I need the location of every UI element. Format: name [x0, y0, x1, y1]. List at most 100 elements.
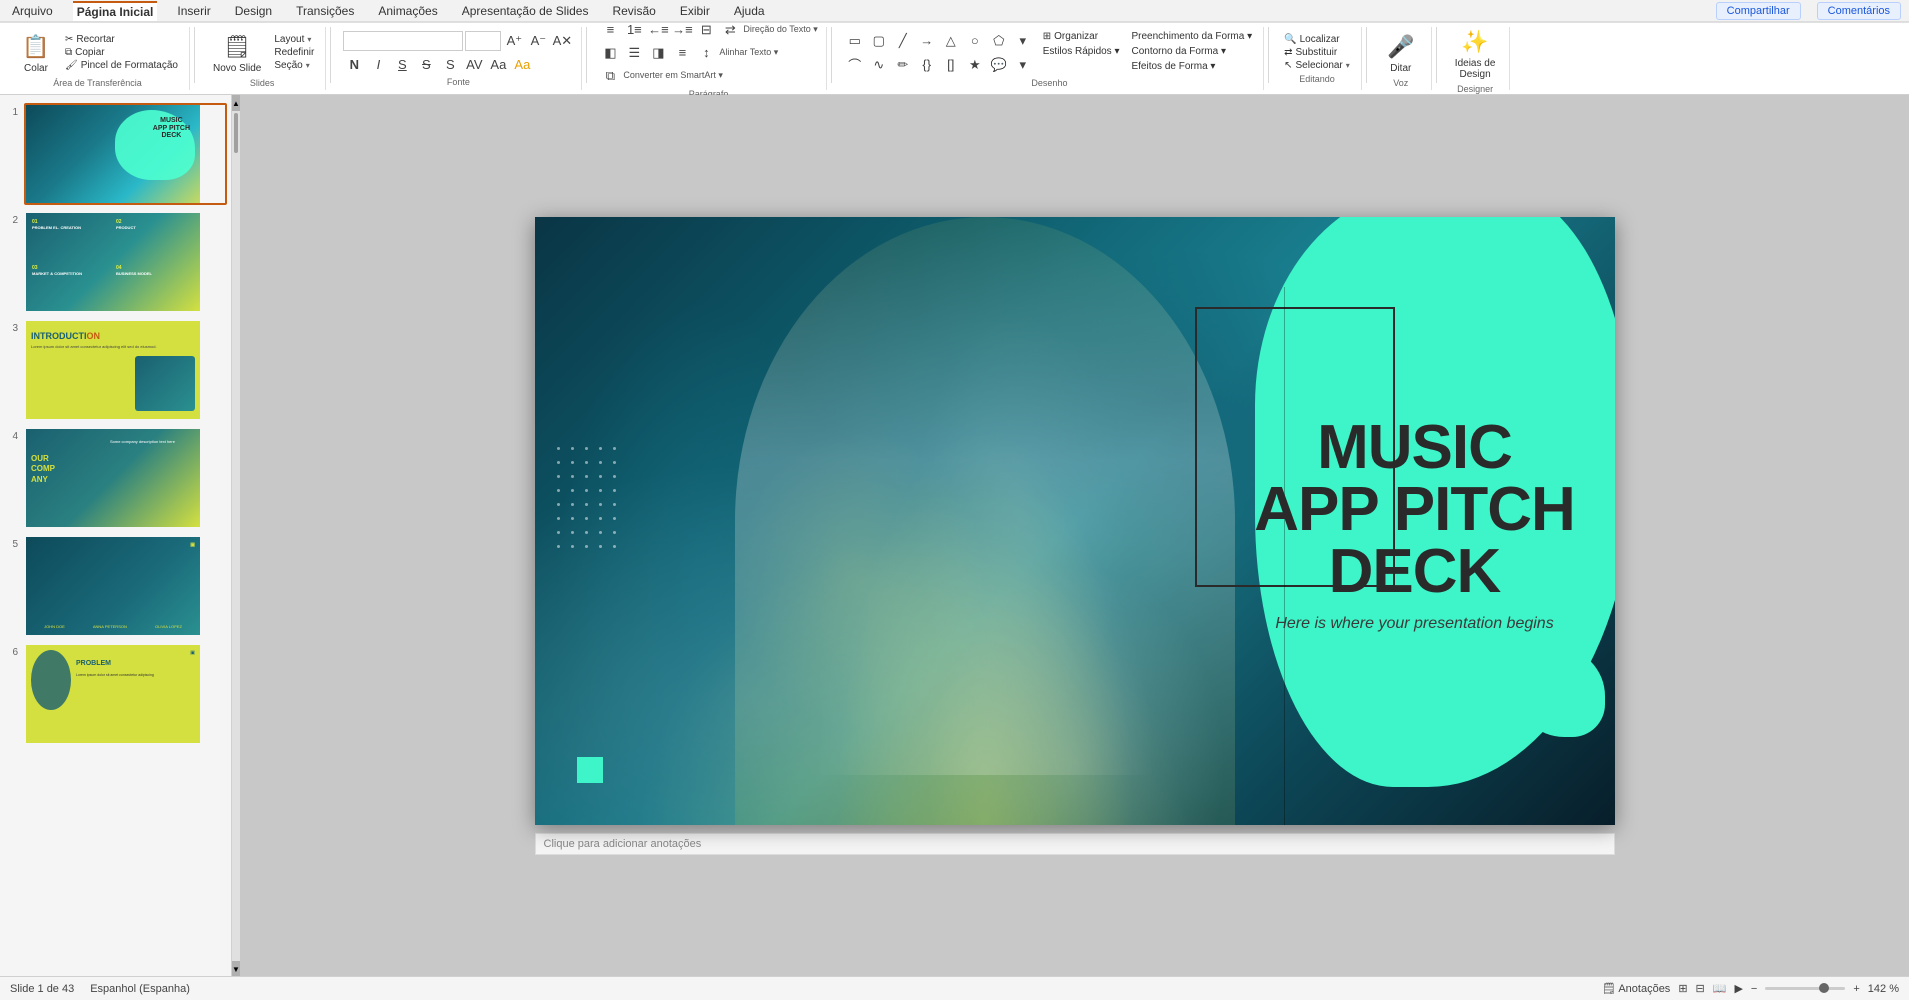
menu-arquivo[interactable]: Arquivo: [8, 2, 57, 20]
notes-button[interactable]: 🗒 Anotações: [1602, 982, 1670, 995]
bullets-button[interactable]: ≡: [599, 19, 621, 41]
underline-button[interactable]: S: [391, 53, 413, 75]
shape-bracket[interactable]: []: [940, 54, 962, 76]
smartart-button[interactable]: ⧉: [599, 65, 621, 87]
shape-rect[interactable]: ▭: [844, 30, 866, 52]
slide-canvas[interactable]: MUSIC APP PITCH DECK Here is where your …: [535, 217, 1615, 825]
slide-thumb-4[interactable]: OURCOMPANY Some company description text…: [24, 427, 227, 529]
shape-triangle[interactable]: △: [940, 30, 962, 52]
view-presentation-button[interactable]: ▶: [1734, 982, 1742, 995]
increase-indent-button[interactable]: →≡: [671, 19, 693, 41]
decrease-font-button[interactable]: A⁻: [527, 30, 549, 52]
slide-item-2[interactable]: 2 01PROBLEM EL. CREATION 02PRODUCT 03MAR…: [4, 211, 227, 313]
ribbon-group-paragraph: ≡ 1≡ ←≡ →≡ ⊟ ⇄ Direção do Texto ▾ ◧ ☰ ◨ …: [591, 27, 826, 90]
scroll-down-button[interactable]: ▼: [232, 961, 240, 977]
slide-thumb-2[interactable]: 01PROBLEM EL. CREATION 02PRODUCT 03MARKE…: [24, 211, 227, 313]
shape-more[interactable]: ▾: [1012, 30, 1034, 52]
shape-circle[interactable]: ○: [964, 30, 986, 52]
slide-thumb-5[interactable]: JOHN DOE ANNA PETERSON OLIVIA LOPEZ ▣: [24, 535, 227, 637]
slide-thumb-1[interactable]: MUSICAPP PITCHDECK: [24, 103, 227, 205]
view-reading-button[interactable]: 📖: [1713, 982, 1727, 995]
menu-revisao[interactable]: Revisão: [608, 2, 659, 20]
clear-format-button[interactable]: A✕: [551, 30, 573, 52]
shape-star[interactable]: ★: [964, 54, 986, 76]
share-button[interactable]: Compartilhar: [1716, 2, 1801, 20]
menu-transicoes[interactable]: Transições: [292, 2, 358, 20]
format-painter-button[interactable]: 🖌 Pincel de Formatação: [62, 59, 181, 72]
slide-title-block[interactable]: MUSIC APP PITCH DECK Here is where your …: [1245, 417, 1585, 633]
align-left-button[interactable]: ◧: [599, 42, 621, 64]
font-name-input[interactable]: [343, 31, 463, 51]
zoom-slider[interactable]: [1765, 987, 1845, 990]
align-center-button[interactable]: ☰: [623, 42, 645, 64]
select-button[interactable]: ↖ Selecionar ▾: [1281, 59, 1353, 72]
menu-design[interactable]: Design: [231, 2, 276, 20]
zoom-out-button[interactable]: −: [1751, 983, 1757, 995]
align-right-button[interactable]: ◨: [647, 42, 669, 64]
design-ideas-button[interactable]: ✨ Ideias de Design: [1449, 24, 1502, 82]
menu-animacoes[interactable]: Animações: [374, 2, 441, 20]
line-spacing-button[interactable]: ↕: [695, 42, 717, 64]
organize-button[interactable]: ⊞ Organizar: [1040, 30, 1123, 43]
slide-item-1[interactable]: 1 MUSICAPP PITCHDECK: [4, 103, 227, 205]
slide-item-3[interactable]: 3 INTRODUCTION Lorem ipsum dolor sit ame…: [4, 319, 227, 421]
slides-scrollbar[interactable]: ▲ ▼: [232, 95, 240, 977]
shape-extra[interactable]: ▾: [1012, 54, 1034, 76]
quick-styles-button[interactable]: Estilos Rápidos ▾: [1040, 45, 1123, 58]
shape-curve[interactable]: ∿: [868, 54, 890, 76]
menu-exibir[interactable]: Exibir: [676, 2, 714, 20]
slide-item-4[interactable]: 4 OURCOMPANY Some company description te…: [4, 427, 227, 529]
shape-rounded[interactable]: ▢: [868, 30, 890, 52]
shape-callout[interactable]: 💬: [988, 54, 1010, 76]
highlight-btn[interactable]: Aa: [511, 53, 533, 75]
direction-button[interactable]: ⇄: [719, 19, 741, 41]
new-slide-button[interactable]: 🗒 Novo Slide: [207, 29, 267, 76]
bold-button[interactable]: N: [343, 53, 365, 75]
fill-shape-button[interactable]: Preenchimento da Forma ▾: [1128, 30, 1255, 43]
copy-button[interactable]: ⧉ Copiar: [62, 46, 181, 59]
menu-inserir[interactable]: Inserir: [173, 2, 214, 20]
notes-area[interactable]: Clique para adicionar anotações: [535, 833, 1615, 855]
find-button[interactable]: 🔍 Localizar: [1281, 33, 1353, 46]
spacing-button[interactable]: AV: [463, 53, 485, 75]
slide-thumb-3[interactable]: INTRODUCTION Lorem ipsum dolor sit amet …: [24, 319, 227, 421]
view-normal-button[interactable]: ⊞: [1678, 982, 1687, 995]
increase-font-button[interactable]: A⁺: [503, 30, 525, 52]
font-color-btn[interactable]: Aa: [487, 53, 509, 75]
font-size-input[interactable]: [465, 31, 501, 51]
shape-connector[interactable]: ⌒: [844, 54, 866, 76]
effects-shape-button[interactable]: Efeitos de Forma ▾: [1128, 60, 1255, 73]
col-button[interactable]: ⊟: [695, 19, 717, 41]
menu-ajuda[interactable]: Ajuda: [730, 2, 769, 20]
menu-pagina-inicial[interactable]: Página Inicial: [73, 1, 158, 21]
scroll-up-button[interactable]: ▲: [232, 95, 240, 111]
replace-button[interactable]: ⇄ Substituir: [1281, 46, 1353, 59]
section-button[interactable]: Seção ▾: [271, 59, 317, 72]
shape-pentagon[interactable]: ⬠: [988, 30, 1010, 52]
justify-button[interactable]: ≡: [671, 42, 693, 64]
outline-shape-button[interactable]: Contorno da Forma ▾: [1128, 45, 1255, 58]
shape-arrow[interactable]: →: [916, 30, 938, 52]
cut-button[interactable]: ✂ Recortar: [62, 33, 181, 46]
reset-button[interactable]: Redefinir: [271, 46, 317, 59]
layout-button[interactable]: Layout ▾: [271, 33, 317, 46]
strikethrough-button[interactable]: S: [415, 53, 437, 75]
dictate-button[interactable]: 🎤 Ditar: [1379, 29, 1423, 76]
shadow-button[interactable]: S: [439, 53, 461, 75]
paste-button[interactable]: 📋 Colar: [14, 29, 58, 76]
zoom-in-button[interactable]: +: [1853, 983, 1859, 995]
view-slidesorter-button[interactable]: ⊟: [1696, 982, 1705, 995]
menu-apresentacao[interactable]: Apresentação de Slides: [458, 2, 593, 20]
shape-brace[interactable]: {}: [916, 54, 938, 76]
slide-thumb-6[interactable]: PROBLEM ▣ Lorem ipsum dolor sit amet con…: [24, 643, 227, 745]
scroll-thumb[interactable]: [234, 113, 238, 153]
slide-item-5[interactable]: 5 JOHN DOE ANNA PETERSON OLIVIA LOPEZ ▣: [4, 535, 227, 637]
decrease-indent-button[interactable]: ←≡: [647, 19, 669, 41]
ribbon-group-drawing: ▭ ▢ ╱ → △ ○ ⬠ ▾ ⌒ ∿ ✏ {} [] ★ 💬 ▾: [836, 27, 1264, 90]
shape-line[interactable]: ╱: [892, 30, 914, 52]
comments-button[interactable]: Comentários: [1817, 2, 1901, 20]
shape-freeform[interactable]: ✏: [892, 54, 914, 76]
slide-item-6[interactable]: 6 PROBLEM ▣ Lorem ipsum dolor sit amet c…: [4, 643, 227, 745]
numbering-button[interactable]: 1≡: [623, 19, 645, 41]
italic-button[interactable]: I: [367, 53, 389, 75]
